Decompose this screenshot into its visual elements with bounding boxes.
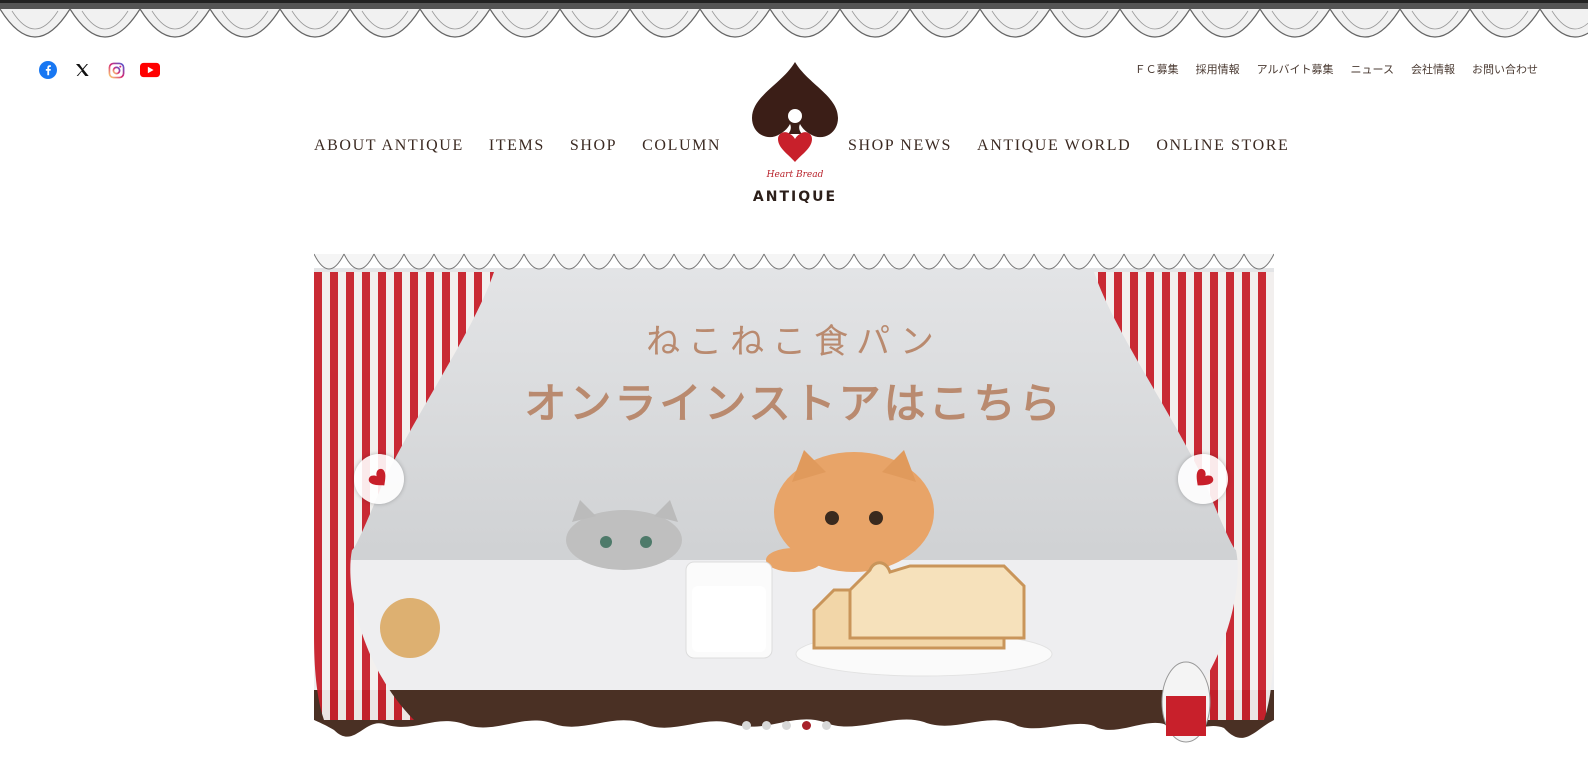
util-link-recruit[interactable]: 採用情報	[1196, 61, 1240, 77]
site-logo[interactable]: Heart Bread ANTIQUE	[740, 58, 850, 213]
slider-pagination	[742, 721, 831, 730]
util-link-fc[interactable]: ＦＣ募集	[1135, 61, 1179, 77]
slider-dot-2[interactable]	[762, 721, 771, 730]
youtube-icon	[140, 62, 160, 78]
nav-shop[interactable]: SHOP	[570, 137, 617, 155]
top-curtain-decoration	[0, 0, 1588, 38]
facebook-icon	[39, 61, 57, 79]
util-link-company[interactable]: 会社情報	[1411, 61, 1455, 77]
facebook-link[interactable]	[38, 60, 58, 80]
nav-items[interactable]: ITEMS	[489, 137, 545, 155]
slider-next-button[interactable]	[1178, 454, 1228, 504]
youtube-link[interactable]	[140, 60, 160, 80]
x-link[interactable]	[72, 60, 92, 80]
nav-antique-world[interactable]: ANTIQUE WORLD	[977, 137, 1131, 155]
main-nav-right: SHOP NEWS ANTIQUE WORLD ONLINE STORE	[848, 137, 1289, 155]
hero-slider[interactable]: ねこねこ食パン オンラインストアはこちら	[314, 250, 1274, 770]
main-nav-left: ABOUT ANTIQUE ITEMS SHOP COLUMN	[314, 137, 721, 155]
utility-nav: ＦＣ募集 採用情報 アルバイト募集 ニュース 会社情報 お問い合わせ	[1135, 61, 1538, 77]
util-link-contact[interactable]: お問い合わせ	[1472, 61, 1538, 77]
nav-about-antique[interactable]: ABOUT ANTIQUE	[314, 137, 464, 155]
logo-tagline: Heart Bread	[766, 170, 824, 180]
social-links	[38, 60, 160, 80]
heart-prev-icon	[368, 468, 386, 486]
nav-online-store[interactable]: ONLINE STORE	[1156, 137, 1289, 155]
heart-next-icon	[1196, 468, 1214, 486]
util-link-news[interactable]: ニュース	[1351, 61, 1394, 77]
slider-dot-1[interactable]	[742, 721, 751, 730]
logo-brand: ANTIQUE	[752, 189, 838, 205]
slider-dot-3[interactable]	[782, 721, 791, 730]
hero-headline-store: オンラインストアはこちら	[524, 379, 1064, 428]
nav-column[interactable]: COLUMN	[642, 137, 721, 155]
slider-dot-4[interactable]	[802, 721, 811, 730]
nav-shop-news[interactable]: SHOP NEWS	[848, 137, 952, 155]
hero-headline-product: ねこねこ食パン	[646, 322, 942, 362]
util-link-parttime[interactable]: アルバイト募集	[1257, 61, 1334, 77]
slider-prev-button[interactable]	[354, 454, 404, 504]
x-icon	[76, 64, 89, 76]
instagram-link[interactable]	[106, 60, 126, 80]
instagram-icon	[108, 62, 124, 78]
spade-heart-logo-icon	[752, 62, 838, 162]
slider-dot-5[interactable]	[822, 721, 831, 730]
